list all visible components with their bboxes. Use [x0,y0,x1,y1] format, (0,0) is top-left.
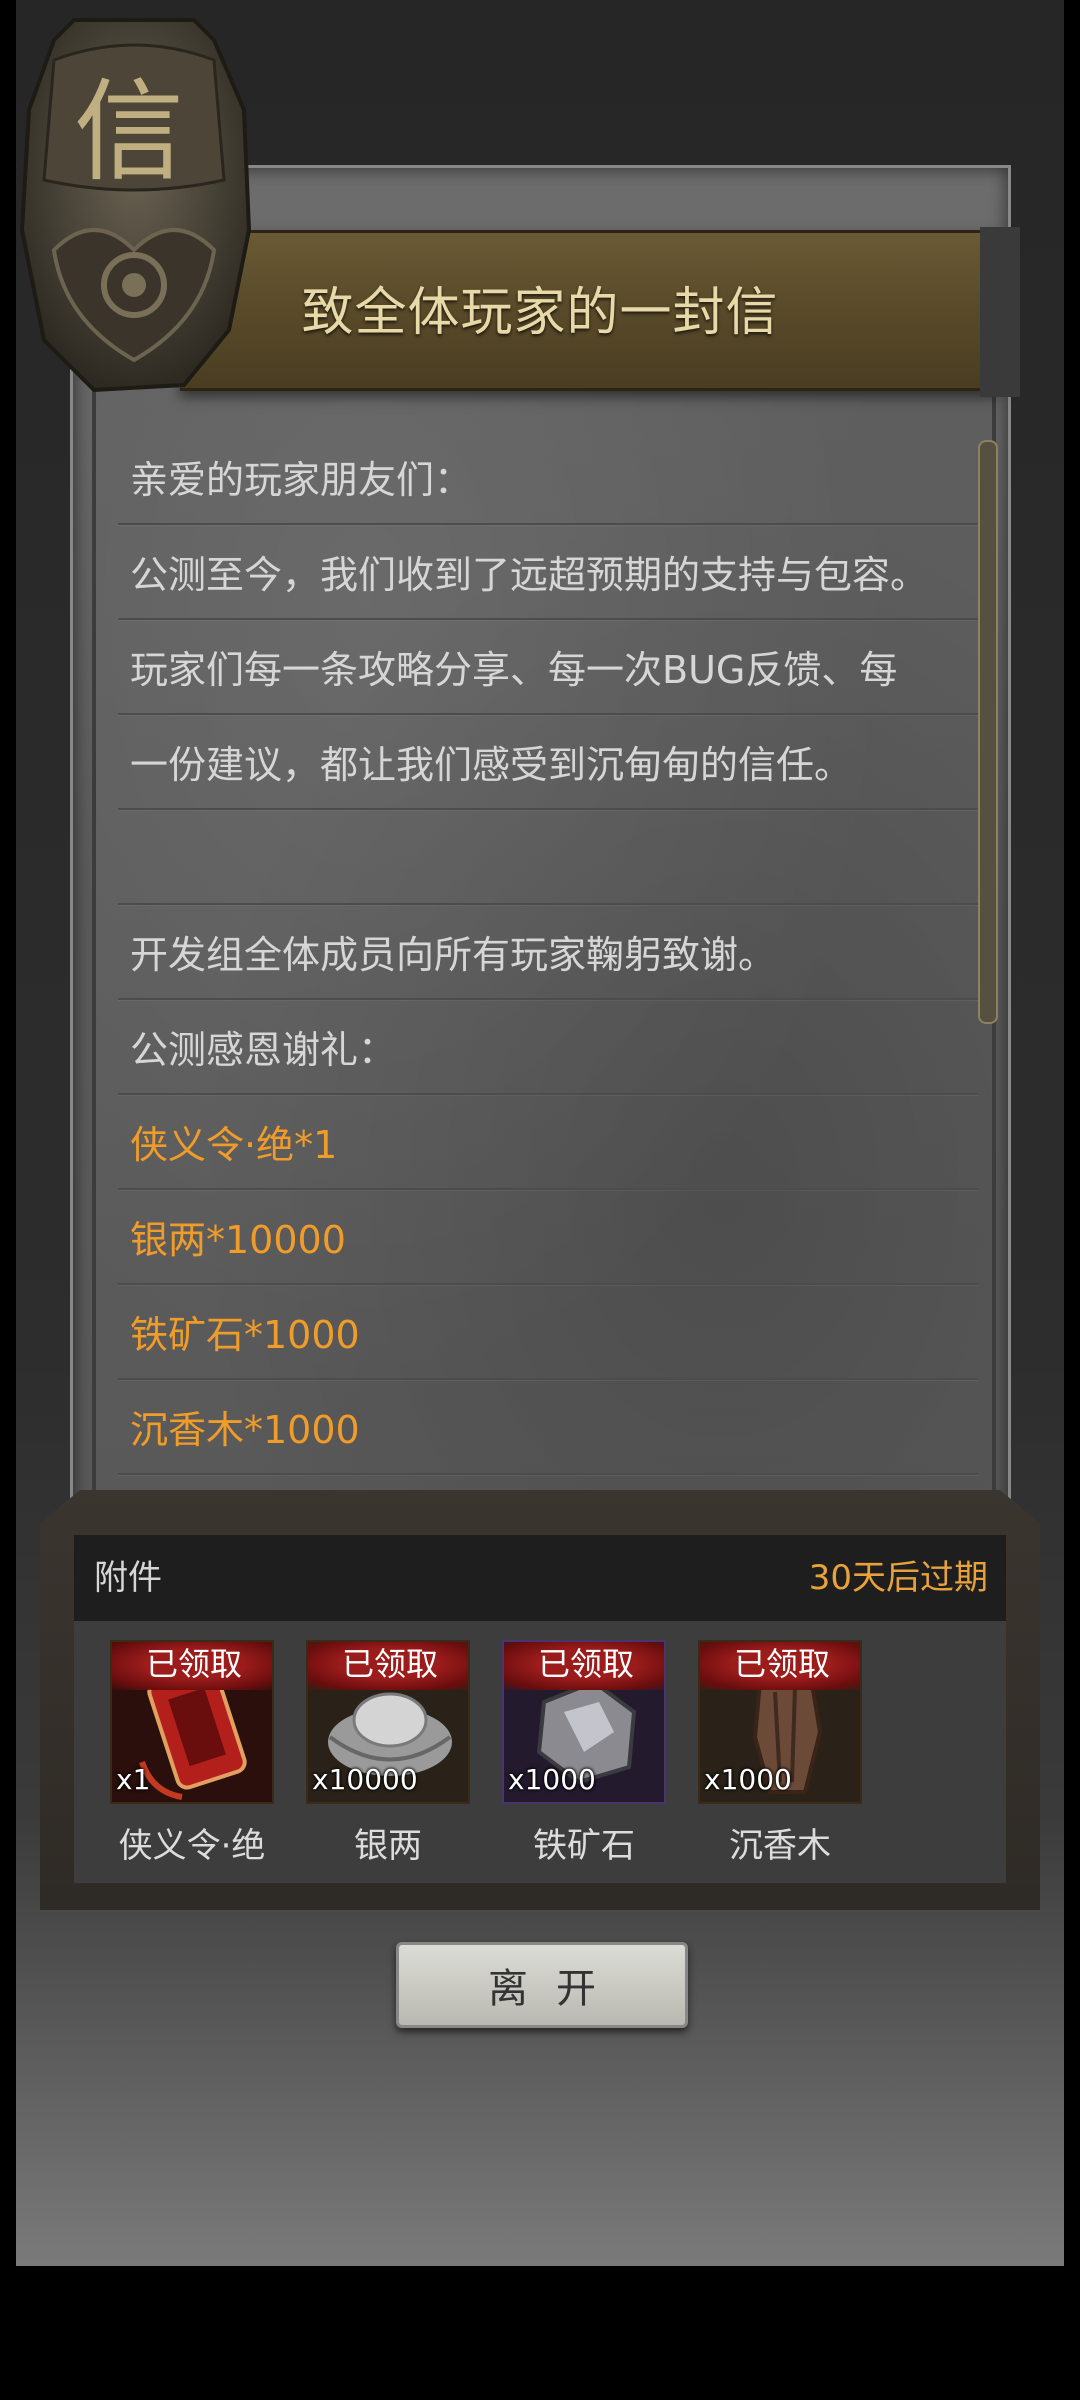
item-qty: x1000 [508,1763,596,1796]
item-name: 侠义令·绝 [118,1826,266,1866]
item-qty: x1 [116,1763,151,1796]
attachment-label: 附件 [94,1558,162,1598]
reward-line: 侠义令·绝*1 [118,1095,978,1190]
attachment-item[interactable]: 已领取 x1 侠义令·绝 [110,1640,274,1867]
attachment-item[interactable]: 已领取 x1000 沉香木 [698,1640,862,1867]
letter-line [118,810,978,905]
letter-scrollbar[interactable] [978,440,998,1024]
letter-line: 亲爱的玩家朋友们： [118,430,978,525]
reward-line: 铁矿石*1000 [118,1285,978,1380]
letter-title: 致全体玩家的一封信 [301,283,779,343]
reward-line: 银两*10000 [118,1190,978,1285]
expire-notice: 30天后过期 [808,1558,988,1598]
badge-char: 信 [74,68,184,196]
attachment-slot[interactable]: 已领取 x1000 [502,1640,666,1804]
item-name: 沉香木 [729,1826,831,1866]
item-qty: x1000 [704,1763,792,1796]
attachment-slot[interactable]: 已领取 x1 [110,1640,274,1804]
letter-line: 开发组全体成员向所有玩家鞠躬致谢。 [118,905,978,1000]
item-qty: x10000 [312,1763,418,1796]
claimed-badge: 已领取 [504,1642,664,1690]
attachment-slot[interactable]: 已领取 x1000 [698,1640,862,1804]
letter-line: 公测至今，我们收到了远超预期的支持与包容。 [118,525,978,620]
item-name: 银两 [354,1826,422,1866]
claimed-badge: 已领取 [308,1642,468,1690]
letter-line: 公测感恩谢礼： [118,1000,978,1095]
letter-badge-icon: 信 [19,18,252,393]
attachment-slot[interactable]: 已领取 x10000 [306,1640,470,1804]
item-name: 铁矿石 [533,1826,635,1866]
attachment-item[interactable]: 已领取 x1000 铁矿石 [502,1640,666,1867]
attachment-item[interactable]: 已领取 x10000 银两 [306,1640,470,1867]
letter-body: 亲爱的玩家朋友们： 公测至今，我们收到了远超预期的支持与包容。 玩家们每一条攻略… [118,430,978,1475]
letter-line: 一份建议，都让我们感受到沉甸甸的信任。 [118,715,978,810]
reward-line: 沉香木*1000 [118,1380,978,1475]
claimed-badge: 已领取 [112,1642,272,1690]
letter-line: 玩家们每一条攻略分享、每一次BUG反馈、每 [118,620,978,715]
claimed-badge: 已领取 [700,1642,860,1690]
leave-button[interactable]: 离开 [396,1942,688,2028]
